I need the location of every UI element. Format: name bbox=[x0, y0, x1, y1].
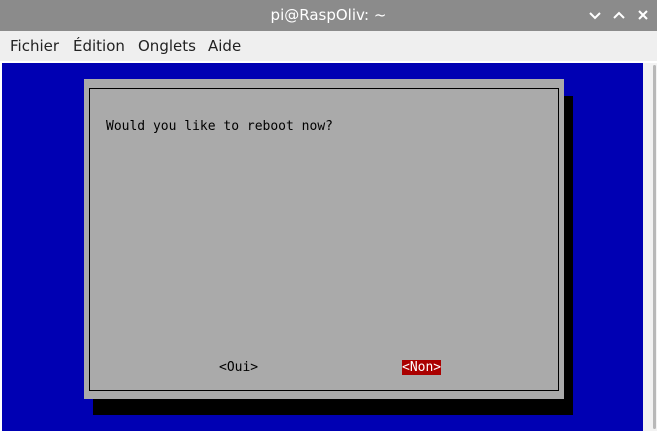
menu-bar: Fichier Édition Onglets Aide bbox=[0, 31, 657, 61]
terminal-background: Would you like to reboot now? <Oui> <Non… bbox=[2, 63, 643, 431]
close-button[interactable] bbox=[633, 5, 653, 25]
dialog-message: Would you like to reboot now? bbox=[106, 119, 333, 134]
title-bar: pi@RaspOliv: ~ bbox=[0, 0, 657, 31]
no-button[interactable]: <Non> bbox=[402, 360, 442, 375]
scrollbar-thumb[interactable] bbox=[653, 65, 656, 429]
terminal-area[interactable]: Would you like to reboot now? <Oui> <Non… bbox=[0, 61, 657, 431]
yes-button[interactable]: <Oui> bbox=[219, 360, 258, 375]
close-icon bbox=[638, 10, 648, 20]
menu-fichier[interactable]: Fichier bbox=[10, 31, 59, 61]
menu-edition[interactable]: Édition bbox=[73, 31, 125, 61]
dialog-frame: Would you like to reboot now? <Oui> <Non… bbox=[89, 88, 559, 391]
menu-aide[interactable]: Aide bbox=[208, 31, 241, 61]
minimize-button[interactable] bbox=[585, 5, 605, 25]
scrollbar[interactable] bbox=[643, 63, 657, 431]
maximize-button[interactable] bbox=[609, 5, 629, 25]
chevron-up-icon bbox=[613, 11, 625, 19]
reboot-dialog: Would you like to reboot now? <Oui> <Non… bbox=[84, 79, 564, 399]
window-title: pi@RaspOliv: ~ bbox=[270, 6, 387, 24]
chevron-down-icon bbox=[589, 12, 601, 20]
menu-onglets[interactable]: Onglets bbox=[138, 31, 196, 61]
